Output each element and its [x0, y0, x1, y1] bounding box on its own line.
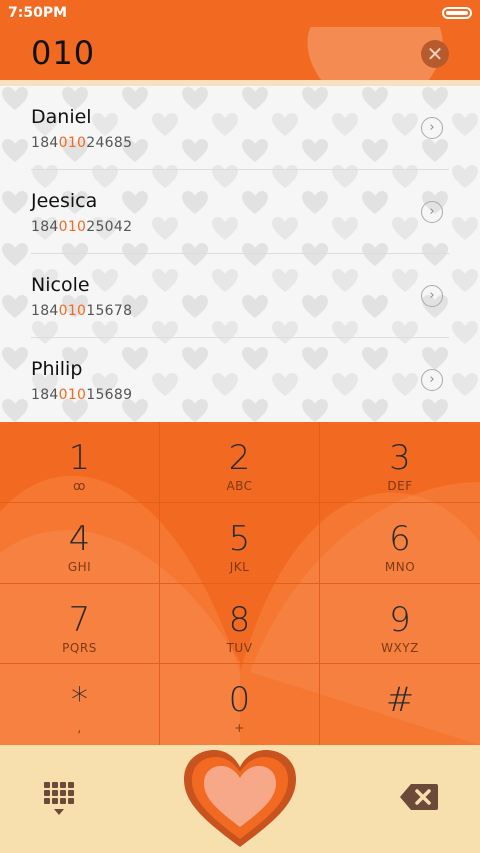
heart-call-icon[interactable]	[180, 747, 300, 851]
dialpad-icon[interactable]	[43, 781, 75, 817]
contact-phone: 18401015689	[31, 387, 133, 403]
key-1[interactable]: 1ꝏ	[0, 422, 160, 503]
key-hash[interactable]: #	[320, 664, 480, 745]
bottom-action-bar	[0, 745, 480, 853]
clear-number-button[interactable]: ✕	[421, 40, 449, 68]
key-star[interactable]: *,	[0, 664, 160, 745]
status-bar: 7:50PM	[0, 0, 480, 27]
contact-phone: 18401025042	[31, 219, 133, 235]
chevron-right-icon[interactable]: ›	[421, 201, 443, 223]
contact-suggestion-list: Daniel 18401024685 › Jeesica 18401025042…	[0, 86, 480, 422]
chevron-right-icon[interactable]: ›	[421, 369, 443, 391]
contact-phone: 18401015678	[31, 303, 133, 319]
chevron-right-icon[interactable]: ›	[421, 285, 443, 307]
dial-header: 010 ✕	[0, 27, 480, 80]
battery-icon	[442, 7, 472, 19]
key-8[interactable]: 8 TUV	[160, 583, 320, 665]
contact-phone: 18401024685	[31, 135, 133, 151]
key-3[interactable]: 3 DEF	[320, 422, 480, 503]
key-6[interactable]: 6 MNO	[320, 503, 480, 584]
key-7[interactable]: 7 PQRS	[0, 583, 160, 665]
contact-row[interactable]: Philip 18401015689 ›	[0, 338, 480, 422]
contact-name: Daniel	[31, 106, 92, 128]
contact-name: Philip	[31, 358, 83, 380]
backspace-icon[interactable]	[399, 783, 439, 811]
contact-row[interactable]: Jeesica 18401025042 ›	[0, 170, 480, 254]
voicemail-icon: ꝏ	[73, 479, 86, 493]
dial-keypad: 1ꝏ 2 ABC 3 DEF 4 GHI 5 JKL 6 MNO 7 PQRS 8 TUV 9…	[0, 422, 480, 745]
status-time: 7:50PM	[8, 5, 68, 21]
key-4[interactable]: 4 GHI	[0, 502, 160, 584]
chevron-right-icon[interactable]: ›	[421, 117, 443, 139]
dialed-number: 010	[31, 34, 96, 72]
key-0[interactable]: 0 +	[160, 664, 320, 745]
contact-name: Nicole	[31, 274, 90, 296]
key-2[interactable]: 2 ABC	[160, 422, 320, 503]
contact-row[interactable]: Nicole 18401015678 ›	[0, 254, 480, 338]
contact-row[interactable]: Daniel 18401024685 ›	[0, 86, 480, 170]
key-5[interactable]: 5 JKL	[160, 502, 320, 584]
contact-name: Jeesica	[31, 190, 98, 212]
key-9[interactable]: 9 WXYZ	[320, 584, 480, 665]
